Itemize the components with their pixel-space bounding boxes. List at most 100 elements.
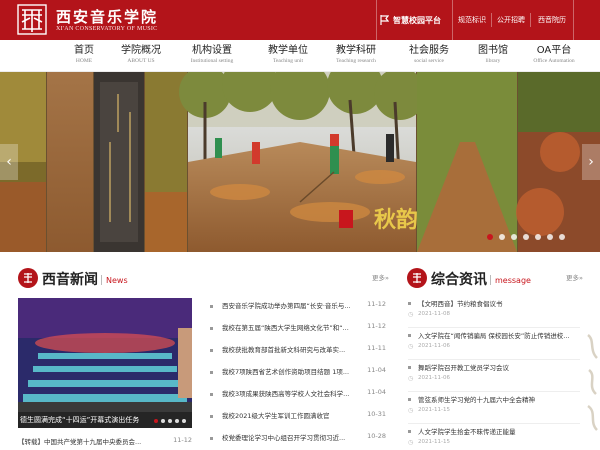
nav-item-research[interactable]: 教学科研 Teaching research	[318, 44, 394, 66]
message-date: 2021-11-08	[418, 311, 450, 317]
message-section-title: 综合资讯	[431, 272, 487, 288]
photo-dot[interactable]	[175, 419, 179, 423]
photo-news-item[interactable]: 【转载】中国共产党第十九届中央委员会... 11-12	[18, 436, 192, 446]
header-link-logo-standard[interactable]: 规范标识	[458, 0, 486, 40]
banner-dot[interactable]	[535, 234, 541, 240]
message-title: 舞蹈学院召开教工党员学习会议	[418, 364, 509, 372]
photo-dot[interactable]	[168, 419, 172, 423]
banner-pagination	[487, 234, 565, 240]
message-date: 2021-11-15	[418, 439, 450, 445]
school-emblem-icon[interactable]	[17, 4, 47, 35]
news-section-icon	[18, 268, 38, 288]
clock-icon: ◷	[408, 343, 414, 350]
decorative-calligraphy	[585, 330, 600, 450]
emblem-icon	[413, 273, 421, 283]
nav-label-cn: 机构设置	[192, 45, 232, 56]
school-name-en: XI'AN CONSERVATORY OF MUSIC	[56, 26, 158, 32]
message-item[interactable]: 管弦系师生学习党的十九届六中全会精神 ◷ 2021-11-15	[408, 394, 580, 424]
emblem-icon	[24, 273, 32, 283]
nav-item-oa[interactable]: OA平台 Office Automation	[516, 44, 592, 66]
photo-news-date: 11-12	[173, 436, 192, 444]
news-item[interactable]: 我校3项成果获陕西高等学校人文社会科学... 11-04	[210, 388, 388, 402]
chevron-left-icon[interactable]: ‹	[0, 144, 18, 180]
message-more-link[interactable]: 更多»	[566, 272, 583, 282]
seal-icon	[339, 210, 353, 228]
news-date: 11-12	[367, 322, 386, 330]
bullet-icon	[210, 393, 213, 396]
autumn-campus-photo: 秋韵	[0, 72, 600, 252]
news-item[interactable]: 我校2021级大学生军训工作圆满收官 10-31	[210, 410, 388, 424]
clock-icon: ◷	[408, 407, 414, 414]
news-title: 我校在第五届“陕西大学生网络文化节”和“...	[222, 324, 349, 332]
nav-label-cn: 教学科研	[336, 45, 376, 56]
title-divider	[101, 275, 102, 285]
message-item[interactable]: 舞蹈学院召开教工党员学习会议 ◷ 2021-11-06	[408, 362, 580, 392]
smart-campus-label: 智慧校园平台	[393, 15, 441, 25]
photo-dot[interactable]	[154, 419, 158, 423]
banner-dot[interactable]	[487, 234, 493, 240]
news-section-title: 西音新闻	[42, 272, 98, 288]
message-date: 2021-11-06	[418, 343, 450, 349]
bullet-icon	[408, 366, 411, 369]
photo-pagination	[154, 419, 186, 423]
bullet-icon	[210, 371, 213, 374]
nav-item-about[interactable]: 学院概况 ABOUT US	[103, 44, 179, 66]
message-section-subtitle: message	[495, 276, 531, 285]
photo-dot[interactable]	[182, 419, 186, 423]
nav-item-teaching-unit[interactable]: 教学单位 Teaching unit	[250, 44, 326, 66]
message-title: 【文明西音】节约粮食倡议书	[418, 300, 503, 308]
news-item[interactable]: 我校7项陕西省艺术创作资助项目结题 1项... 11-04	[210, 366, 388, 380]
header-divider	[376, 0, 377, 40]
bullet-icon	[210, 437, 213, 440]
banner-calligraphy: 秋韵	[374, 207, 418, 233]
news-title: 西安音乐学院成功举办第四届“长安·音乐与...	[222, 302, 351, 310]
bullet-icon	[408, 398, 411, 401]
news-item[interactable]: 我校获批教育部首批新文科研究与改革实... 11-11	[210, 344, 388, 358]
smart-campus-link[interactable]: 智慧校园平台	[380, 0, 452, 40]
banner-dot[interactable]	[559, 234, 565, 240]
photo-dot[interactable]	[161, 419, 165, 423]
nav-label-cn: OA平台	[536, 45, 572, 56]
campus-banner-slider[interactable]: 秋韵 ‹ ›	[0, 72, 600, 252]
news-date: 11-11	[367, 344, 386, 352]
school-name-cn[interactable]: 西安音乐学院	[56, 6, 158, 27]
message-item[interactable]: 入文学院在“闻传销骗局 保校园长安”防止传销进校... ◷ 2021-11-06	[408, 330, 580, 360]
message-section-icon	[407, 268, 427, 288]
news-date: 11-12	[367, 300, 386, 308]
nav-item-institutions[interactable]: 机构设置 Institutional setting	[174, 44, 250, 66]
clock-icon: ◷	[408, 311, 414, 318]
news-more-link[interactable]: 更多»	[372, 272, 389, 282]
flag-icon	[380, 15, 389, 25]
message-item[interactable]: 【文明西音】节约粮食倡议书 ◷ 2021-11-08	[408, 298, 580, 328]
news-section-subtitle: News	[106, 276, 128, 285]
bullet-icon	[210, 327, 213, 330]
calligraphy-brush-icon	[587, 333, 598, 431]
nav-label-cn: 学院概况	[121, 45, 161, 56]
message-title: 人文学院学生拾金不昧传递正能量	[418, 428, 516, 436]
news-item[interactable]: 西安音乐学院成功举办第四届“长安·音乐与... 11-12	[210, 300, 388, 314]
banner-dot[interactable]	[511, 234, 517, 240]
banner-dot[interactable]	[499, 234, 505, 240]
performance-photo	[18, 298, 192, 428]
bullet-icon	[408, 302, 411, 305]
news-title: 我校获批教育部首批新文科研究与改革实...	[222, 346, 346, 354]
bullet-icon	[408, 430, 411, 433]
message-item[interactable]: 人文学院学生拾金不昧传递正能量 ◷ 2021-11-15	[408, 426, 580, 450]
banner-dot[interactable]	[547, 234, 553, 240]
news-item[interactable]: 校党委理论学习中心组召开学习贯彻习近... 10-28	[210, 432, 388, 446]
nav-label-en: Teaching unit	[272, 58, 303, 64]
news-photo-carousel[interactable]: 德生圆满完成“十四运”开幕式演出任务	[18, 298, 192, 428]
news-title: 我校7项陕西省艺术创作资助项目结题 1项...	[222, 368, 350, 376]
header-link-calendar[interactable]: 西音院历	[538, 0, 566, 40]
banner-dot[interactable]	[523, 234, 529, 240]
news-title: 我校3项成果获陕西高等学校人文社会科学...	[222, 390, 350, 398]
news-item[interactable]: 我校在第五届“陕西大学生网络文化节”和“... 11-12	[210, 322, 388, 336]
photo-news-title: 【转载】中国共产党第十九届中央委员会...	[18, 438, 142, 446]
news-title: 我校2021级大学生军训工作圆满收官	[222, 412, 330, 420]
title-divider	[490, 275, 491, 285]
header-link-recruitment[interactable]: 公开招聘	[497, 0, 525, 40]
chevron-right-icon[interactable]: ›	[582, 144, 600, 180]
message-date: 2021-11-15	[418, 407, 450, 413]
news-date: 11-04	[367, 388, 386, 396]
top-header: 西安音乐学院 XI'AN CONSERVATORY OF MUSIC 智慧校园平…	[0, 0, 600, 40]
